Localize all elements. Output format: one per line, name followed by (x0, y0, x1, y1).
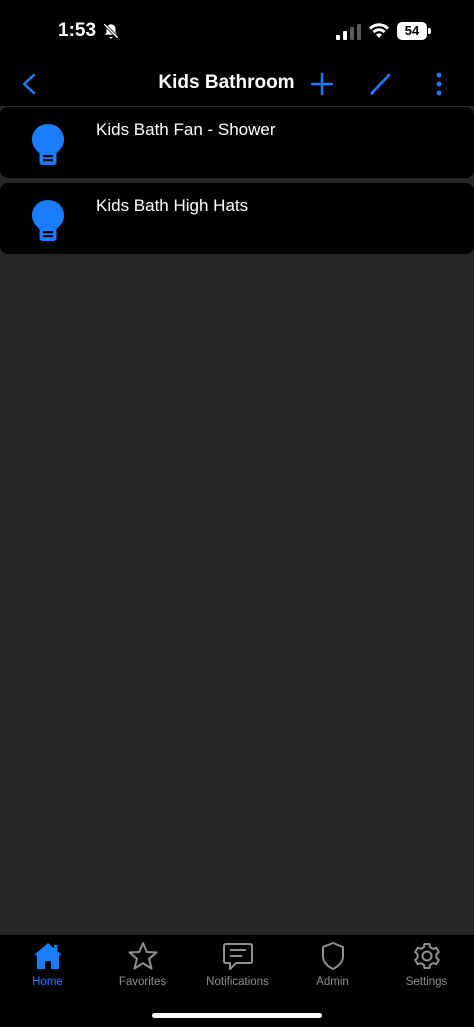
tab-label: Home (32, 976, 63, 988)
status-bar: 1:53 54 (0, 0, 474, 62)
battery-level: 54 (397, 22, 427, 40)
device-card-kids-bath-fan[interactable]: Kids Bath Fan - Shower (0, 107, 474, 178)
cellular-signal-icon (336, 24, 361, 40)
device-label: Kids Bath Fan - Shower (96, 120, 276, 139)
tab-settings[interactable]: Settings (379, 941, 474, 1001)
wifi-icon (369, 23, 389, 38)
tab-label: Admin (316, 976, 349, 988)
nav-bar: Kids Bathroom (0, 62, 474, 106)
pencil-icon[interactable] (368, 71, 392, 97)
tab-label: Favorites (118, 976, 167, 988)
bell-slash-icon (103, 23, 119, 39)
tab-label: Settings (405, 976, 448, 988)
tab-favorites[interactable]: Favorites (95, 941, 190, 1001)
shield-icon (321, 942, 344, 970)
tab-label: Notifications (206, 976, 269, 988)
tab-admin[interactable]: Admin (285, 941, 380, 1001)
battery-icon: 54 (397, 22, 431, 40)
home-indicator (152, 1013, 322, 1018)
plus-icon[interactable] (310, 71, 334, 97)
lightbulb-icon (32, 124, 64, 165)
gear-icon (413, 943, 440, 969)
tab-home[interactable]: Home (0, 941, 95, 1001)
tab-notifications[interactable]: Notifications (190, 941, 285, 1001)
lightbulb-icon (32, 200, 64, 241)
battery-cap (428, 28, 431, 34)
message-icon (222, 943, 253, 970)
status-time: 1:53 (58, 20, 97, 41)
device-label: Kids Bath High Hats (96, 196, 249, 215)
star-icon (128, 942, 157, 970)
house-icon (33, 943, 62, 969)
device-card-kids-bath-high-hats[interactable]: Kids Bath High Hats (0, 183, 474, 254)
more-vertical-icon[interactable] (430, 70, 448, 98)
